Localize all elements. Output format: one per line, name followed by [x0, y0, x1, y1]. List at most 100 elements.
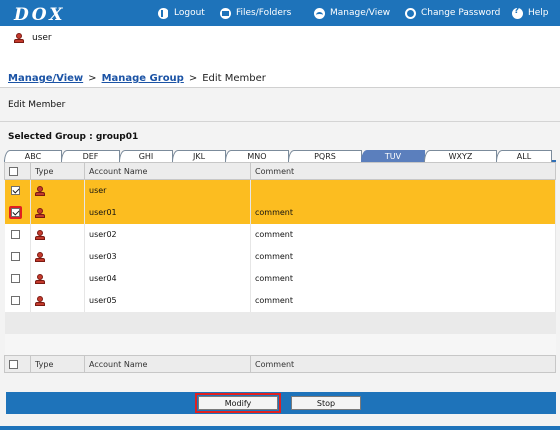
table-row[interactable]: user03 comment — [4, 245, 556, 268]
type-cell — [30, 289, 85, 312]
account-name-cell: user03 — [84, 245, 251, 268]
comment-header: Comment — [250, 355, 556, 373]
tab-ghi[interactable]: GHI — [119, 150, 173, 162]
logout-label: Logout — [174, 8, 205, 18]
type-cell — [30, 179, 85, 202]
row-checkbox-cell — [4, 289, 31, 312]
folder-icon — [220, 7, 231, 19]
action-bar: Modify Stop — [6, 392, 556, 414]
manage-icon — [314, 7, 325, 19]
select-all-checkbox[interactable] — [9, 359, 18, 369]
row-checkbox-cell — [4, 267, 31, 290]
user-icon — [35, 251, 45, 262]
user-icon — [35, 229, 45, 240]
row-checkbox[interactable] — [10, 208, 20, 217]
user-icon — [14, 33, 24, 43]
manage-view-label: Manage/View — [330, 8, 391, 18]
row-checkbox-cell — [4, 245, 31, 268]
edit-member-section: Edit Member Selected Group : group01 ABC… — [0, 88, 560, 430]
comment-cell: comment — [250, 223, 556, 246]
breadcrumb-manage-view[interactable]: Manage/View — [8, 73, 83, 84]
row-checkbox[interactable] — [10, 274, 20, 283]
table-row[interactable]: user01 comment — [4, 201, 556, 224]
account-name-cell: user01 — [84, 201, 251, 224]
top-navigation-bar: DOX Logout Files/Folders Manage/View Cha… — [0, 0, 560, 26]
row-checkbox-cell — [4, 201, 31, 224]
account-name-header: Account Name — [84, 355, 251, 373]
logout-link[interactable]: Logout — [158, 0, 205, 26]
tab-pqrs[interactable]: PQRS — [288, 150, 362, 162]
type-cell — [30, 201, 85, 224]
row-checkbox[interactable] — [10, 186, 20, 196]
tab-all[interactable]: ALL — [496, 150, 552, 162]
current-user-name: user — [32, 33, 52, 43]
account-name-cell: user04 — [84, 267, 251, 290]
type-cell — [30, 223, 85, 246]
tab-wxyz[interactable]: WXYZ — [424, 150, 497, 162]
breadcrumb-separator: > — [88, 73, 97, 84]
logout-icon — [158, 7, 170, 19]
row-checkbox[interactable] — [10, 252, 20, 261]
user-icon — [35, 273, 45, 284]
files-folders-link[interactable]: Files/Folders — [220, 0, 291, 26]
breadcrumb-current: Edit Member — [202, 73, 266, 84]
change-password-link[interactable]: Change Password — [405, 0, 500, 26]
comment-header: Comment — [250, 162, 556, 180]
help-link[interactable]: Help — [512, 0, 549, 26]
member-table: Type Account Name Comment user user01 co… — [4, 162, 556, 373]
account-name-cell: user02 — [84, 223, 251, 246]
section-title: Edit Member — [0, 88, 560, 122]
user-info-row: user — [0, 26, 560, 72]
tab-tuv[interactable]: TUV — [361, 150, 425, 162]
user-icon — [35, 185, 45, 196]
empty-row — [4, 311, 556, 334]
manage-view-link[interactable]: Manage/View — [314, 0, 390, 26]
select-all-cell — [4, 355, 31, 373]
table-footer-header-row: Type Account Name Comment — [4, 355, 556, 373]
tab-jkl[interactable]: JKL — [172, 150, 226, 162]
comment-cell: comment — [250, 267, 556, 290]
breadcrumb-separator: > — [188, 73, 198, 84]
type-header: Type — [30, 162, 85, 180]
comment-cell: comment — [250, 289, 556, 312]
comment-cell — [250, 179, 556, 202]
modify-button[interactable]: Modify — [195, 393, 281, 413]
alphabet-tabs: ABC DEF GHI JKL MNO PQRS TUV WXYZ ALL — [4, 150, 556, 162]
account-name-cell: user — [84, 179, 251, 202]
row-checkbox[interactable] — [10, 296, 20, 305]
table-row[interactable]: user05 comment — [4, 289, 556, 312]
account-name-cell: user05 — [84, 289, 251, 312]
breadcrumb-manage-group[interactable]: Manage Group — [102, 73, 184, 84]
select-all-checkbox[interactable] — [9, 166, 18, 176]
account-name-header: Account Name — [84, 162, 251, 180]
comment-cell: comment — [250, 201, 556, 224]
refresh-icon — [405, 7, 416, 19]
help-icon — [512, 6, 523, 19]
app-logo: DOX — [14, 5, 66, 25]
table-row[interactable]: user — [4, 179, 556, 202]
selected-group-label: Selected Group : group01 — [8, 132, 139, 142]
type-header: Type — [30, 355, 85, 373]
change-password-label: Change Password — [421, 8, 501, 18]
table-header-row: Type Account Name Comment — [4, 162, 556, 180]
tab-abc[interactable]: ABC — [4, 150, 62, 162]
bottom-border — [0, 426, 560, 430]
stop-button[interactable]: Stop — [291, 396, 361, 410]
files-folders-label: Files/Folders — [236, 8, 292, 18]
breadcrumb: Manage/View > Manage Group > Edit Member — [0, 70, 560, 88]
row-checkbox-cell — [4, 223, 31, 246]
user-icon — [35, 295, 45, 306]
help-label: Help — [528, 8, 549, 18]
user-icon — [35, 207, 45, 218]
select-all-cell — [4, 162, 31, 180]
row-checkbox[interactable] — [10, 230, 20, 239]
table-row[interactable]: user02 comment — [4, 223, 556, 246]
empty-row — [4, 333, 556, 356]
type-cell — [30, 267, 85, 290]
tab-def[interactable]: DEF — [61, 150, 120, 162]
table-row[interactable]: user04 comment — [4, 267, 556, 290]
type-cell — [30, 245, 85, 268]
comment-cell: comment — [250, 245, 556, 268]
tab-mno[interactable]: MNO — [225, 150, 289, 162]
row-checkbox-cell — [4, 179, 31, 202]
